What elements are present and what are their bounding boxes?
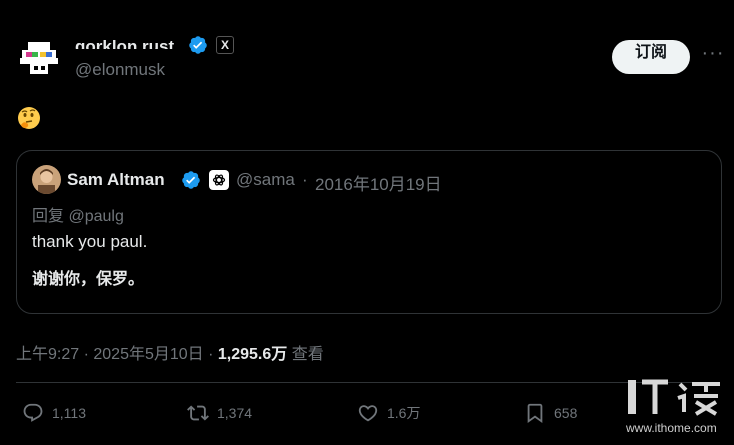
post-meta: 上午9:27 · 2025年5月10日 · 1,295.6万 查看 <box>16 340 324 364</box>
reply-count: 1,113 <box>52 405 86 421</box>
bookmark-count: 658 <box>554 405 578 421</box>
bookmark-icon <box>527 403 543 424</box>
meta-separator: · <box>203 346 218 363</box>
quoted-verified-badge-icon <box>181 170 201 190</box>
x-affiliate-badge-icon: X <box>216 36 234 54</box>
x-badge-label: X <box>220 38 229 52</box>
retweet-icon <box>187 405 209 421</box>
more-options-icon[interactable]: ··· <box>700 40 726 66</box>
heart-icon <box>358 405 378 422</box>
like-button[interactable]: 1.6万 <box>357 400 420 426</box>
reply-button[interactable]: 1,113 <box>22 400 86 426</box>
divider <box>16 382 718 383</box>
bookmark-button[interactable]: 658 <box>524 400 577 426</box>
meta-separator: · <box>79 346 94 363</box>
like-count: 1.6万 <box>387 405 421 421</box>
subscribe-button[interactable]: 订阅 <box>612 40 690 74</box>
thinking-face-emoji-icon <box>16 105 42 131</box>
openai-logo-icon <box>209 170 229 190</box>
author-display-name[interactable]: gorklon rust <box>75 32 174 49</box>
views-label: 查看 <box>287 346 324 363</box>
quoted-separator: · <box>302 170 308 189</box>
retweet-button[interactable]: 1,374 <box>187 400 252 426</box>
quoted-tweet-text: thank you paul. <box>32 232 148 251</box>
more-label: ··· <box>701 41 725 64</box>
quoted-reply-to: 回复 @paulg <box>32 208 124 225</box>
quoted-author-name[interactable]: Sam Altman <box>67 170 165 190</box>
quoted-author-avatar[interactable] <box>32 165 61 194</box>
watermark-url: www.ithome.com <box>626 421 717 435</box>
subscribe-label: 订阅 <box>634 44 667 61</box>
views-count: 1,295.6万 <box>217 346 288 363</box>
post-date[interactable]: 2025年5月10日 <box>93 346 203 363</box>
retweet-count: 1,374 <box>217 405 253 421</box>
verified-badge-icon <box>188 35 208 55</box>
quoted-author-handle[interactable]: @sama <box>236 170 295 190</box>
quoted-date[interactable]: 2016年10月19日 <box>315 170 442 195</box>
author-handle[interactable]: @elonmusk <box>75 60 165 80</box>
quoted-tweet-translation: 谢谢你，保罗。 <box>32 271 145 288</box>
post-time[interactable]: 上午9:27 <box>16 346 79 363</box>
reply-icon <box>23 403 43 422</box>
author-avatar[interactable] <box>16 36 64 80</box>
